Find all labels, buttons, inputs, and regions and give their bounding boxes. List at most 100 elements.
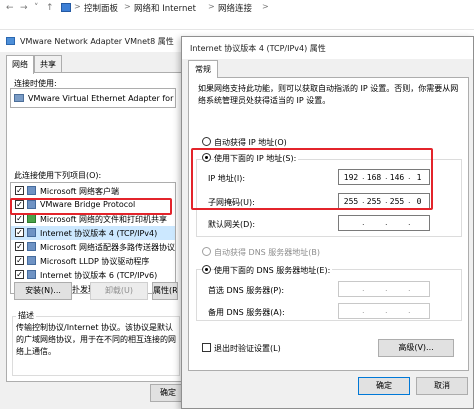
gateway-input[interactable]: . . . bbox=[338, 215, 430, 231]
item-label: Microsoft 网络客户端 bbox=[40, 187, 119, 196]
list-item[interactable]: ✓ VMware Bridge Protocol bbox=[11, 198, 175, 212]
ip-dot: . bbox=[385, 218, 388, 227]
uninstall-button[interactable]: 卸载(U) bbox=[90, 282, 148, 300]
gateway-label: 默认网关(D): bbox=[208, 220, 256, 229]
advanced-button[interactable]: 高级(V)... bbox=[378, 339, 454, 357]
dialog-title: VMware Network Adapter VMnet8 属性 bbox=[20, 37, 174, 46]
validate-checkbox[interactable] bbox=[202, 343, 211, 352]
item-label: Internet 协议版本 6 (TCP/IPv6) bbox=[40, 271, 158, 280]
list-item[interactable]: ✓ Microsoft 网络适配器多路传送器协议 bbox=[11, 240, 175, 254]
item-checkbox[interactable]: ✓ bbox=[15, 214, 24, 223]
list-item[interactable]: ✓ Internet 协议版本 6 (TCP/IPv6) bbox=[11, 268, 175, 282]
manual-dns-label[interactable]: 使用下面的 DNS 服务器地址(E): bbox=[214, 265, 333, 276]
item-checkbox[interactable]: ✓ bbox=[15, 228, 24, 237]
auto-ip-radio[interactable] bbox=[202, 137, 211, 146]
up-arrow-icon[interactable]: ↑ bbox=[46, 3, 56, 13]
dialog-title-bar[interactable]: Internet 协议版本 4 (TCP/IPv4) 属性 bbox=[182, 37, 473, 59]
alternate-dns-label: 备用 DNS 服务器(A): bbox=[208, 308, 285, 317]
tab-general[interactable]: 常规 bbox=[188, 60, 218, 78]
intro-text: 如果网络支持此功能，则可以获取自动指派的 IP 设置。否则，你需要从网络系统管理… bbox=[198, 84, 459, 105]
ip-octet: 255 bbox=[343, 197, 359, 206]
ip-address-input[interactable]: 192 . 168 . 146 . 1 bbox=[338, 169, 430, 185]
adapter-name-box: VMware Virtual Ethernet Adapter for V bbox=[10, 88, 176, 108]
description-text: 传输控制协议/Internet 协议。该协议是默认的广域网络协议，用于在不同的相… bbox=[16, 323, 176, 356]
ok-button[interactable]: 确定 bbox=[358, 377, 410, 395]
adapter-name: VMware Virtual Ethernet Adapter for V bbox=[28, 94, 176, 103]
description-title: 描述 bbox=[16, 310, 36, 321]
file-share-icon bbox=[27, 214, 36, 223]
ip-octet: 255 bbox=[389, 197, 405, 206]
ip-dot: . bbox=[385, 284, 388, 293]
preferred-dns-input[interactable]: . . . bbox=[338, 281, 430, 297]
network-adapter-icon bbox=[6, 37, 15, 45]
protocol-icon bbox=[27, 228, 36, 237]
preferred-dns-label: 首选 DNS 服务器(P): bbox=[208, 286, 285, 295]
protocol-icon bbox=[27, 270, 36, 279]
list-item[interactable]: ✓ Microsoft LLDP 协议驱动程序 bbox=[11, 254, 175, 268]
item-checkbox[interactable]: ✓ bbox=[15, 270, 24, 279]
auto-ip-label[interactable]: 自动获得 IP 地址(O) bbox=[214, 137, 287, 148]
chevron-down-icon[interactable]: ˅ bbox=[34, 3, 44, 13]
item-label: Microsoft 网络的文件和打印机共享 bbox=[40, 215, 167, 224]
list-item[interactable]: ✓ Microsoft 网络的文件和打印机共享 bbox=[11, 212, 175, 226]
auto-dns-radio[interactable] bbox=[202, 247, 211, 256]
explorer-address-bar: ← → ˅ ↑ > 控制面板 > 网络和 Internet > 网络连接 > bbox=[0, 0, 474, 30]
list-item[interactable]: ✓ Microsoft 网络客户端 bbox=[11, 184, 175, 198]
breadcrumb-separator: > bbox=[124, 2, 131, 11]
validate-label[interactable]: 退出时验证设置(L) bbox=[214, 343, 281, 354]
protocol-icon bbox=[27, 256, 36, 265]
protocol-icon bbox=[27, 242, 36, 251]
manual-dns-radio[interactable] bbox=[202, 265, 211, 274]
back-arrow-icon[interactable]: ← bbox=[6, 3, 16, 13]
ipv4-properties-dialog: Internet 协议版本 4 (TCP/IPv4) 属性 常规 如果网络支持此… bbox=[181, 36, 474, 409]
connection-items-list[interactable]: ✓ Microsoft 网络客户端 ✓ VMware Bridge Protoc… bbox=[10, 182, 176, 294]
breadcrumb-separator: > bbox=[262, 2, 269, 11]
ip-octet: 255 bbox=[366, 197, 382, 206]
item-label: Internet 协议版本 4 (TCP/IPv4) bbox=[40, 229, 158, 238]
ip-dot: . bbox=[362, 306, 365, 315]
auto-dns-label[interactable]: 自动获得 DNS 服务器地址(B) bbox=[214, 247, 320, 258]
ip-address-label: IP 地址(I): bbox=[208, 174, 246, 183]
ip-octet: 192 bbox=[343, 173, 359, 182]
ip-octet: 146 bbox=[389, 173, 405, 182]
manual-ip-radio[interactable] bbox=[202, 153, 211, 162]
breadcrumb-network-internet[interactable]: 网络和 Internet bbox=[134, 2, 196, 14]
properties-button[interactable]: 属性(R) bbox=[152, 282, 178, 300]
dialog-title-bar[interactable]: VMware Network Adapter VMnet8 属性 bbox=[0, 30, 186, 52]
ip-octet: 168 bbox=[366, 173, 382, 182]
ip-dot: . bbox=[385, 306, 388, 315]
ip-octet: 0 bbox=[416, 197, 422, 206]
ip-octet: 1 bbox=[416, 173, 422, 182]
adapter-properties-dialog: VMware Network Adapter VMnet8 属性 网络 共享 连… bbox=[0, 30, 186, 409]
item-checkbox[interactable]: ✓ bbox=[15, 242, 24, 251]
network-card-icon bbox=[14, 94, 24, 102]
item-checkbox[interactable]: ✓ bbox=[15, 256, 24, 265]
ip-dot: . bbox=[408, 218, 411, 227]
cancel-button[interactable]: 取消 bbox=[416, 377, 468, 395]
manual-ip-label[interactable]: 使用下面的 IP 地址(S): bbox=[214, 153, 299, 164]
alternate-dns-input[interactable]: . . . bbox=[338, 303, 430, 319]
tab-network[interactable]: 网络 bbox=[6, 55, 34, 74]
subnet-mask-label: 子网掩码(U): bbox=[208, 198, 255, 207]
forward-arrow-icon[interactable]: → bbox=[20, 3, 30, 13]
item-label: Microsoft LLDP 协议驱动程序 bbox=[40, 257, 150, 266]
ip-dot: . bbox=[408, 284, 411, 293]
subnet-mask-input[interactable]: 255 . 255 . 255 . 0 bbox=[338, 193, 430, 209]
ip-dot: . bbox=[408, 306, 411, 315]
network-client-icon bbox=[27, 186, 36, 195]
control-panel-icon bbox=[61, 3, 71, 12]
breadcrumb-network-connections[interactable]: 网络连接 bbox=[218, 2, 252, 14]
tab-sharing[interactable]: 共享 bbox=[34, 55, 62, 72]
breadcrumb-separator: > bbox=[208, 2, 215, 11]
list-item-ipv4[interactable]: ✓ Internet 协议版本 4 (TCP/IPv4) bbox=[11, 226, 175, 240]
protocol-icon bbox=[27, 200, 36, 209]
items-label: 此连接使用下列项目(O): bbox=[14, 171, 102, 180]
ip-dot: . bbox=[362, 284, 365, 293]
item-checkbox[interactable]: ✓ bbox=[15, 200, 24, 209]
install-button[interactable]: 安装(N)... bbox=[14, 282, 72, 300]
item-label: Microsoft 网络适配器多路传送器协议 bbox=[40, 243, 175, 252]
breadcrumb-separator: > bbox=[74, 2, 81, 11]
breadcrumb-control-panel[interactable]: 控制面板 bbox=[84, 2, 118, 14]
item-checkbox[interactable]: ✓ bbox=[15, 186, 24, 195]
dialog-title: Internet 协议版本 4 (TCP/IPv4) 属性 bbox=[190, 44, 326, 53]
